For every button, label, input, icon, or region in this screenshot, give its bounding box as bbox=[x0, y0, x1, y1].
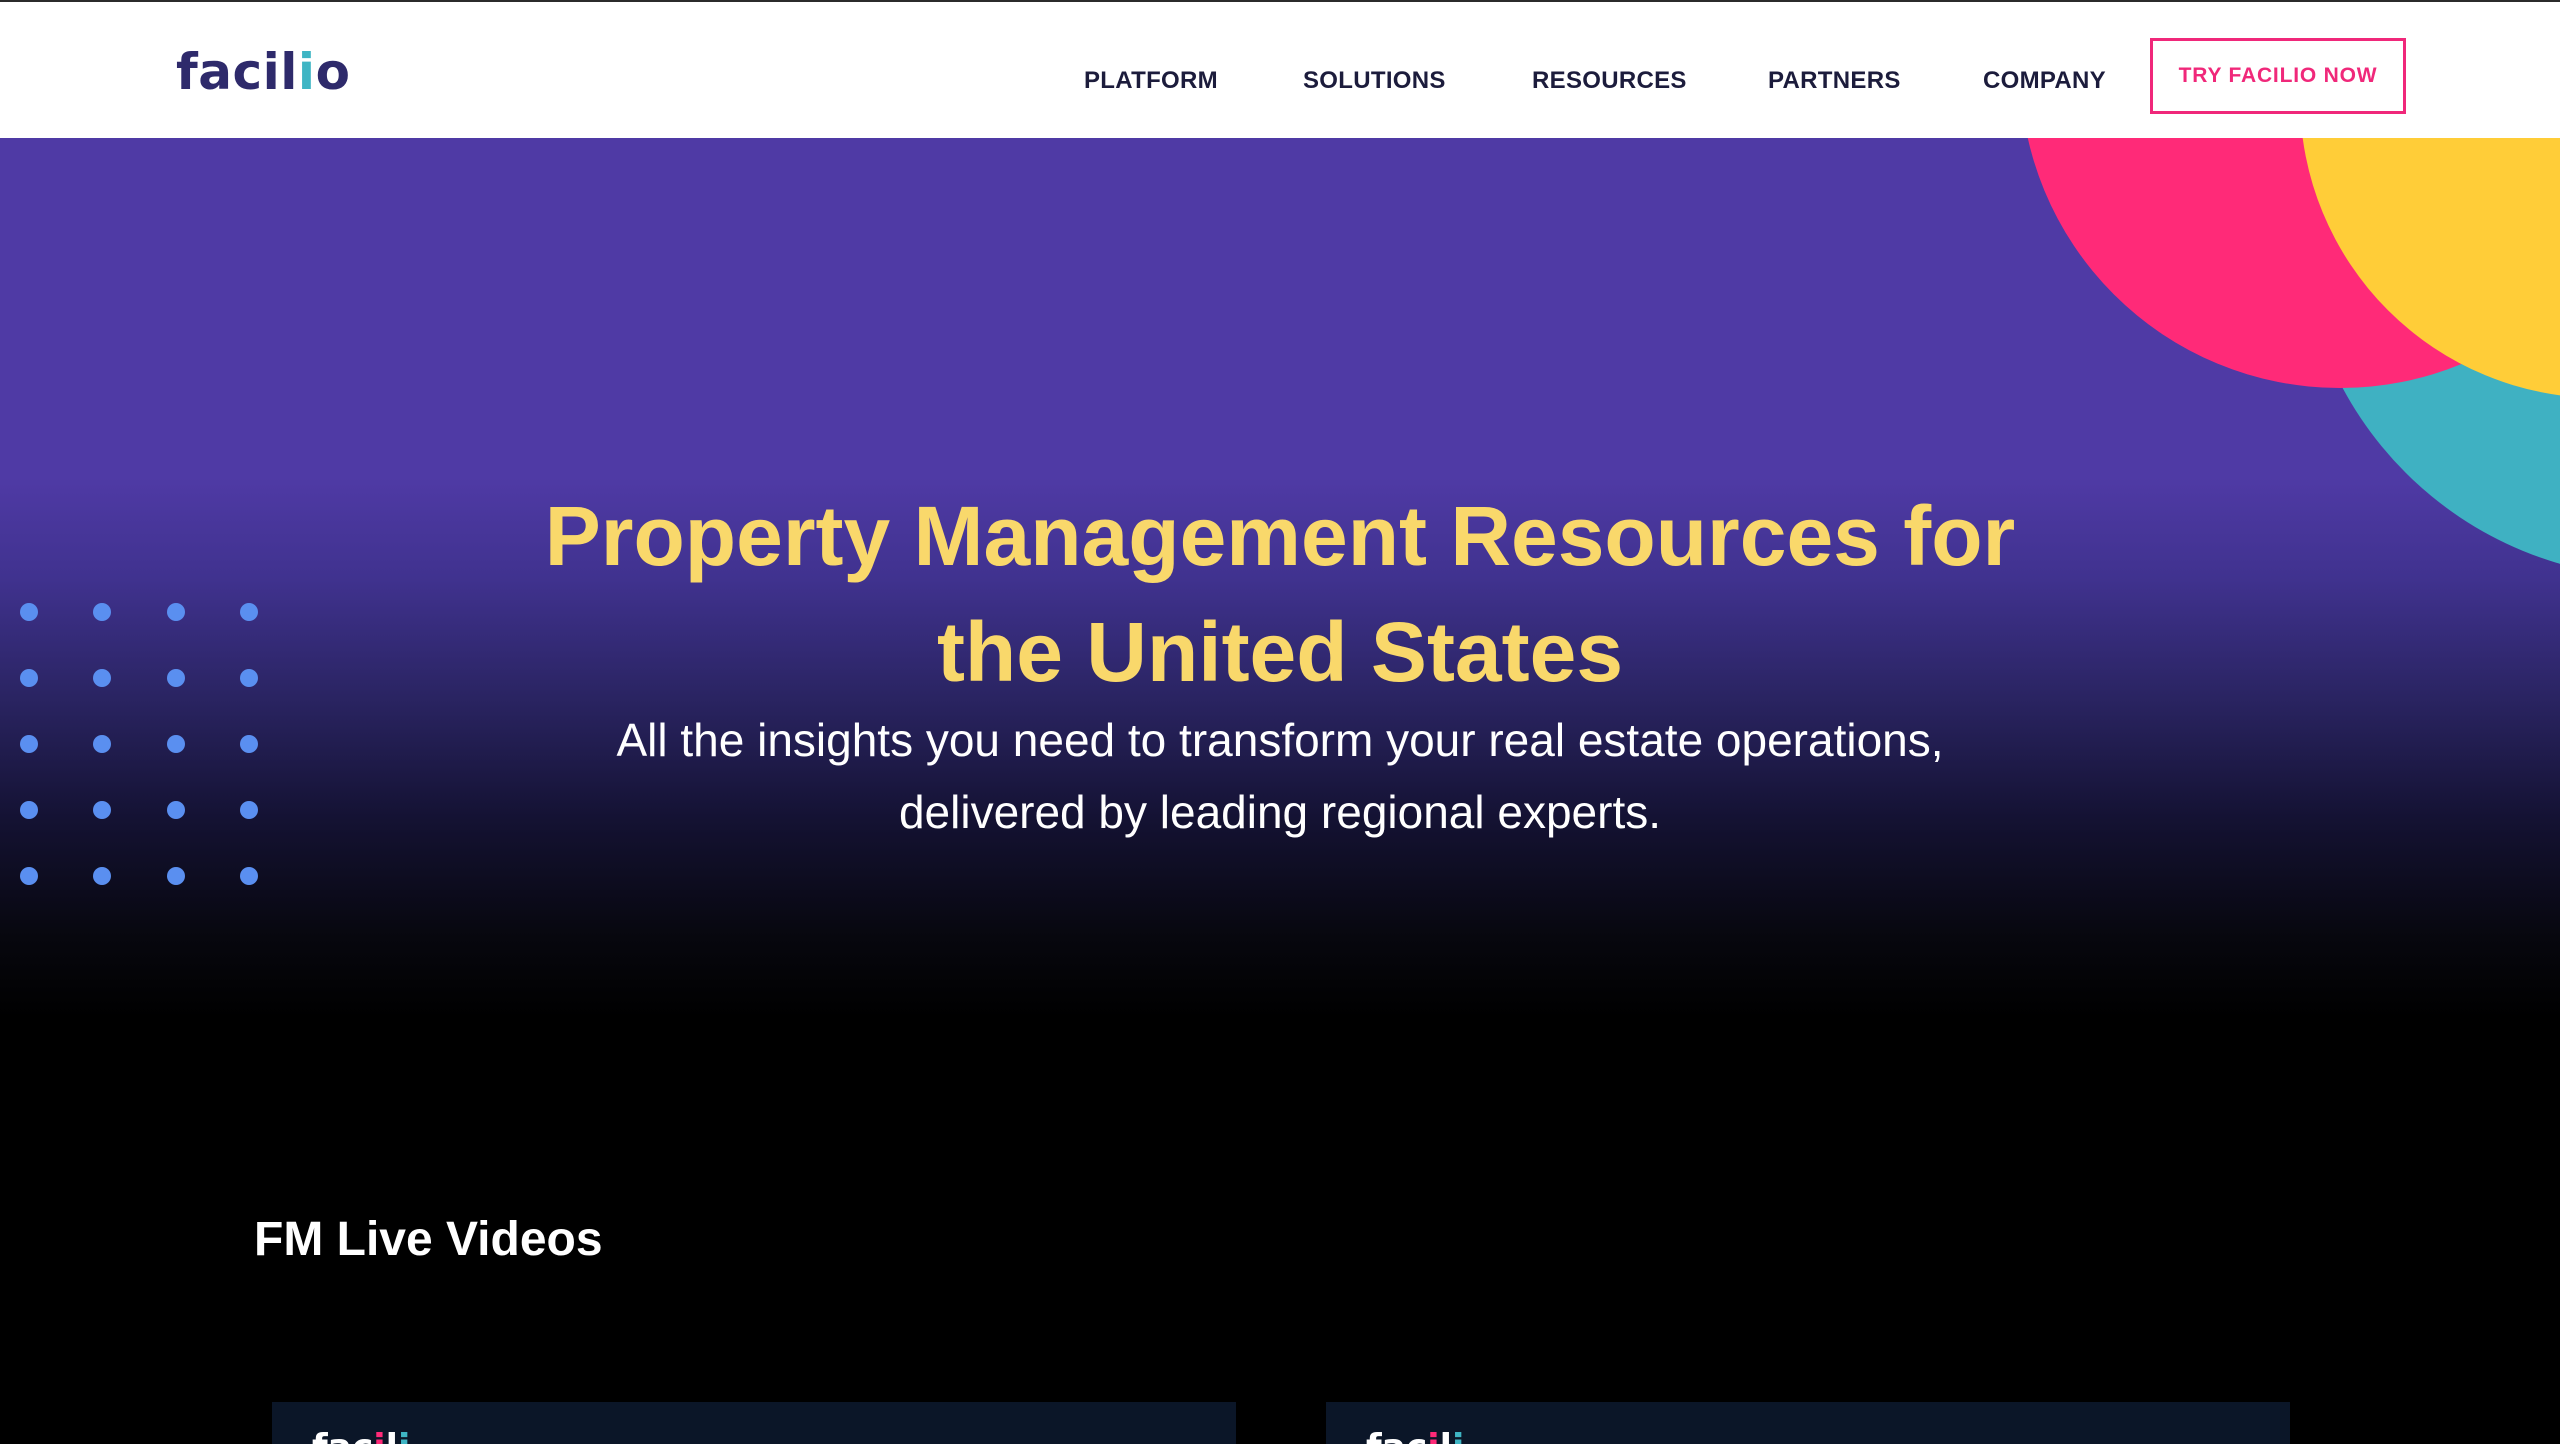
card-logo-mid: l bbox=[386, 1427, 398, 1444]
dot bbox=[20, 735, 38, 753]
hero-title: Property Management Resources for the Un… bbox=[480, 478, 2080, 710]
facilio-logo[interactable]: facilio bbox=[176, 42, 350, 102]
logo-text-suffix: o bbox=[315, 43, 351, 101]
hero-subtitle-line-1: All the insights you need to transform y… bbox=[616, 714, 1944, 766]
dot bbox=[167, 867, 185, 885]
dot bbox=[93, 801, 111, 819]
logo-text-accent: i bbox=[297, 43, 316, 101]
video-card[interactable]: facili bbox=[1326, 1402, 2290, 1444]
card-logo-mid: l bbox=[1440, 1427, 1452, 1444]
nav-resources[interactable]: RESOURCES bbox=[1532, 66, 1687, 96]
video-card[interactable]: facili bbox=[272, 1402, 1236, 1444]
nav-partners[interactable]: PARTNERS bbox=[1768, 66, 1901, 96]
nav-platform[interactable]: PLATFORM bbox=[1084, 66, 1218, 96]
hero-title-line-2: the United States bbox=[936, 605, 1624, 699]
dot bbox=[240, 669, 258, 687]
dot bbox=[93, 669, 111, 687]
dot bbox=[93, 867, 111, 885]
dot bbox=[240, 867, 258, 885]
dot bbox=[167, 735, 185, 753]
dot bbox=[167, 603, 185, 621]
nav-company[interactable]: COMPANY bbox=[1983, 66, 2106, 96]
decorative-dot-grid bbox=[20, 603, 260, 885]
card-logo: facili bbox=[1366, 1428, 1464, 1444]
hero-section: Property Management Resources for the Un… bbox=[0, 138, 2560, 1038]
dot bbox=[93, 735, 111, 753]
dot bbox=[240, 801, 258, 819]
dot bbox=[240, 735, 258, 753]
site-header: facilio PLATFORM SOLUTIONS RESOURCES PAR… bbox=[0, 2, 2560, 138]
card-logo-prefix: fac bbox=[1366, 1427, 1427, 1444]
dot bbox=[20, 669, 38, 687]
card-logo: facili bbox=[312, 1428, 410, 1444]
dot bbox=[93, 603, 111, 621]
card-logo-prefix: fac bbox=[312, 1427, 373, 1444]
section-title: FM Live Videos bbox=[254, 1213, 603, 1266]
dot bbox=[240, 603, 258, 621]
dot bbox=[167, 669, 185, 687]
card-logo-accent-2: i bbox=[1452, 1427, 1464, 1444]
nav-solutions[interactable]: SOLUTIONS bbox=[1303, 66, 1446, 96]
card-logo-accent-1: i bbox=[1427, 1427, 1439, 1444]
try-facilio-now-button[interactable]: TRY FACILIO NOW bbox=[2150, 38, 2406, 114]
card-logo-accent-2: i bbox=[398, 1427, 410, 1444]
hero-subtitle-line-2: delivered by leading regional experts. bbox=[898, 786, 1662, 838]
logo-text-prefix: facil bbox=[176, 43, 298, 101]
dot bbox=[20, 603, 38, 621]
hero-title-line-1: Property Management Resources for bbox=[544, 489, 2016, 583]
dot bbox=[167, 801, 185, 819]
dot bbox=[20, 801, 38, 819]
dot bbox=[20, 867, 38, 885]
hero-subtitle: All the insights you need to transform y… bbox=[480, 704, 2080, 848]
card-logo-accent-1: i bbox=[373, 1427, 385, 1444]
